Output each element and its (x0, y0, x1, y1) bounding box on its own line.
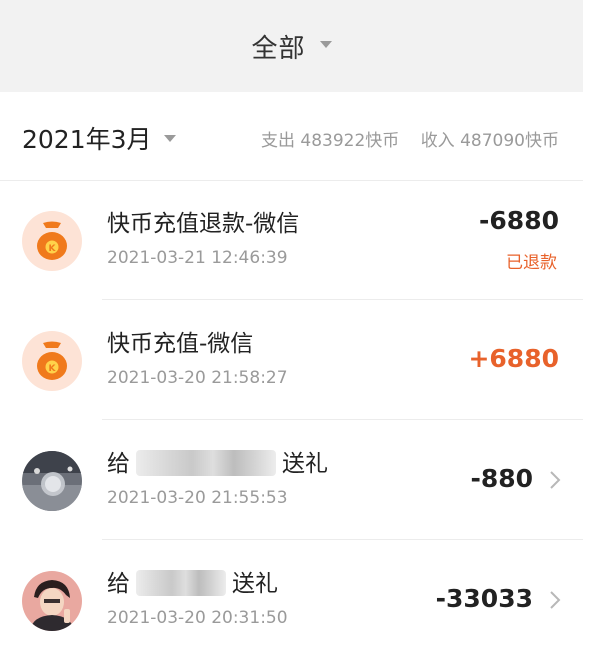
title-suffix: 送礼 (232, 571, 278, 597)
transaction-time: 2021-03-20 20:31:50 (107, 608, 288, 628)
caret-down-icon (163, 134, 176, 142)
month-summary: 2021年3月 支出 483922快币 收入 487090快币 (0, 92, 583, 181)
redacted-username (136, 449, 276, 476)
transaction-time: 2021-03-20 21:55:53 (107, 488, 288, 508)
expense-total: 支出 483922快币 (260, 131, 400, 151)
redacted-username (136, 569, 226, 596)
income-total: 收入 487090快币 (420, 131, 559, 151)
totals: 支出 483922快币 收入 487090快币 (261, 126, 559, 151)
transaction-title: 快币充值退款-微信 (107, 211, 300, 237)
transaction-time: 2021-03-20 21:58:27 (107, 368, 288, 388)
transaction-amount: -6880 (479, 206, 559, 235)
transaction-time: 2021-03-21 12:46:39 (107, 248, 288, 268)
filter-label: 全部 (251, 33, 306, 64)
title-suffix: 送礼 (282, 451, 328, 477)
month-selector[interactable]: 2021年3月 (22, 120, 176, 156)
transaction-amount: -33033 (435, 584, 533, 613)
user-avatar (22, 571, 82, 631)
money-bag-icon: K (22, 211, 82, 271)
status-refunded: 已退款 (506, 253, 557, 273)
title-prefix: 给 (107, 571, 130, 597)
title-prefix: 给 (107, 451, 130, 477)
chevron-right-icon[interactable] (547, 468, 563, 492)
money-bag-icon: K (22, 331, 82, 391)
transaction-title: 快币充值-微信 (107, 331, 254, 357)
transaction-row[interactable]: 给 送礼 2021-03-20 21:55:53 -880 (0, 420, 583, 540)
svg-text:K: K (49, 364, 57, 374)
transaction-title: 给 送礼 (107, 444, 328, 478)
user-avatar (22, 451, 82, 511)
transaction-row[interactable]: K 快币充值-微信 2021-03-20 21:58:27 +6880 (0, 300, 583, 420)
transaction-row[interactable]: K 快币充值退款-微信 2021-03-21 12:46:39 -6880 已退… (0, 180, 583, 300)
svg-text:K: K (49, 244, 57, 254)
transaction-list: K 快币充值退款-微信 2021-03-21 12:46:39 -6880 已退… (0, 180, 583, 660)
transaction-amount: +6880 (468, 344, 559, 373)
filter-bar[interactable]: 全部 (0, 0, 583, 92)
caret-down-icon (319, 40, 332, 48)
transaction-title: 给 送礼 (107, 564, 278, 598)
transaction-row[interactable]: 给 送礼 2021-03-20 20:31:50 -33033 (0, 540, 583, 660)
month-label: 2021年3月 (22, 125, 152, 154)
chevron-right-icon[interactable] (547, 588, 563, 612)
transaction-amount: -880 (470, 464, 533, 493)
